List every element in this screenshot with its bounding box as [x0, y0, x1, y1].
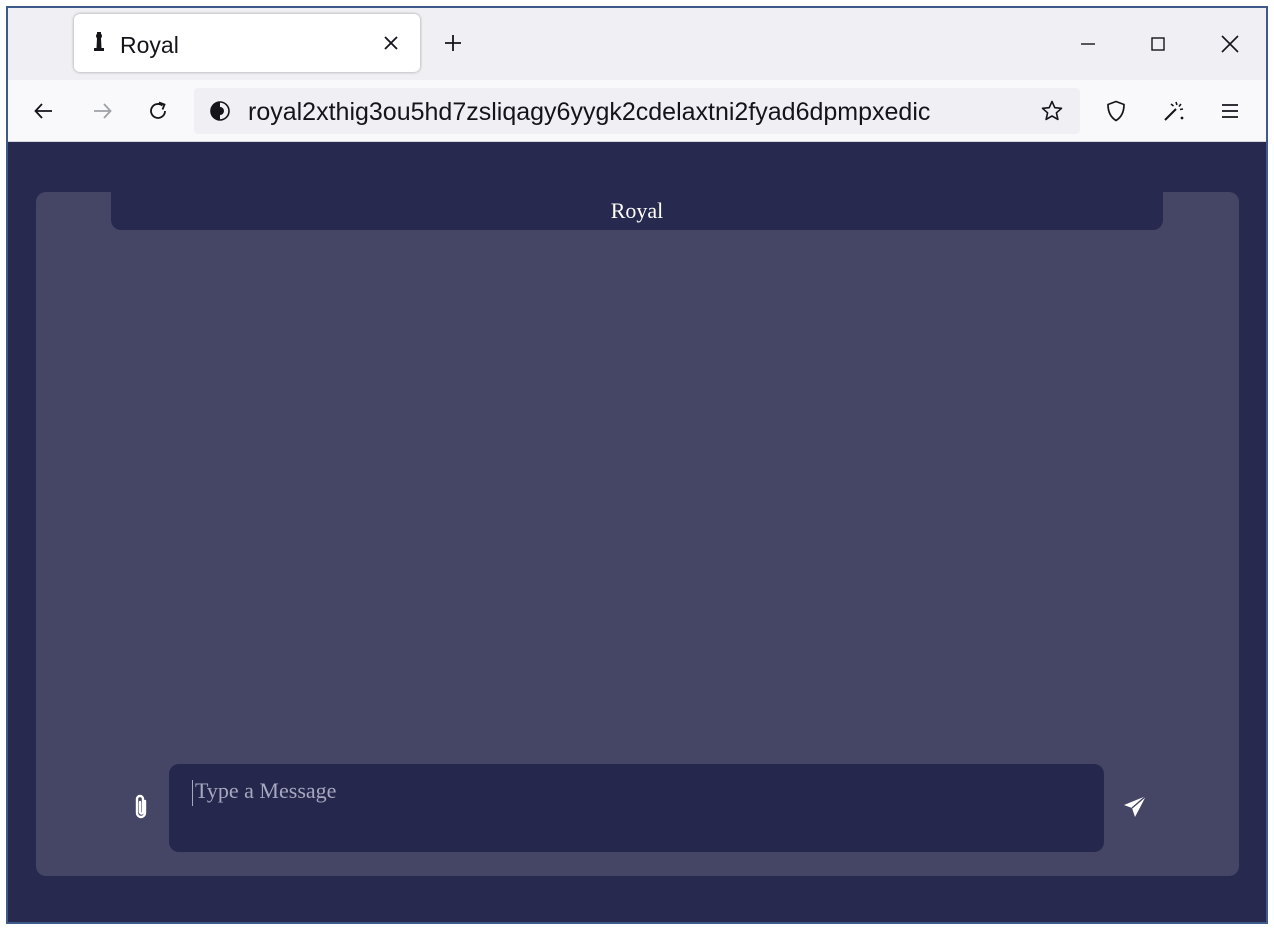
minimize-button[interactable] [1068, 24, 1108, 64]
tab-strip: Royal [8, 8, 1266, 80]
menu-icon [1222, 104, 1238, 118]
bookmark-button[interactable] [1038, 97, 1066, 125]
tab-royal[interactable]: Royal [74, 14, 420, 72]
maximize-button[interactable] [1138, 24, 1178, 64]
shield-button[interactable] [1098, 93, 1134, 129]
message-input[interactable] [169, 764, 1104, 852]
minimize-icon [1081, 43, 1095, 45]
back-button[interactable] [26, 93, 62, 129]
reload-icon [150, 101, 166, 119]
browser-window: Royal royal2xthig3ou5hd7zsliqagy6yygk2cd… [6, 6, 1268, 924]
attach-button[interactable] [128, 790, 154, 824]
forward-button[interactable] [84, 93, 120, 129]
paperclip-icon [135, 794, 147, 819]
shield-icon [1107, 100, 1125, 122]
close-window-button[interactable] [1210, 24, 1250, 64]
chat-panel: Royal [36, 192, 1239, 876]
page-content: Royal [8, 142, 1266, 922]
onion-icon [210, 101, 230, 121]
address-bar[interactable]: royal2xthig3ou5hd7zsliqagy6yygk2cdelaxtn… [194, 88, 1080, 134]
chess-pawn-icon [94, 32, 104, 51]
chat-title: Royal [610, 198, 664, 223]
tab-close-button[interactable] [376, 28, 406, 58]
send-button[interactable] [1120, 792, 1150, 822]
tab-title: Royal [120, 32, 179, 58]
menu-button[interactable] [1212, 93, 1248, 129]
extensions-button[interactable] [1156, 93, 1192, 129]
maximize-icon [1151, 37, 1165, 51]
send-icon [1124, 795, 1147, 817]
chat-header: Royal [111, 192, 1163, 230]
plus-icon [445, 35, 461, 51]
text-caret [192, 780, 193, 806]
close-icon [1221, 35, 1239, 53]
new-tab-button[interactable] [438, 28, 468, 58]
navigation-toolbar: royal2xthig3ou5hd7zsliqagy6yygk2cdelaxtn… [8, 80, 1266, 142]
star-icon [1041, 100, 1063, 121]
reload-button[interactable] [140, 93, 176, 129]
arrow-left-icon [34, 103, 52, 119]
arrow-right-icon [94, 103, 112, 119]
url-text[interactable]: royal2xthig3ou5hd7zsliqagy6yygk2cdelaxtn… [248, 98, 1030, 126]
magic-wand-icon [1164, 101, 1184, 121]
close-icon [384, 36, 398, 50]
